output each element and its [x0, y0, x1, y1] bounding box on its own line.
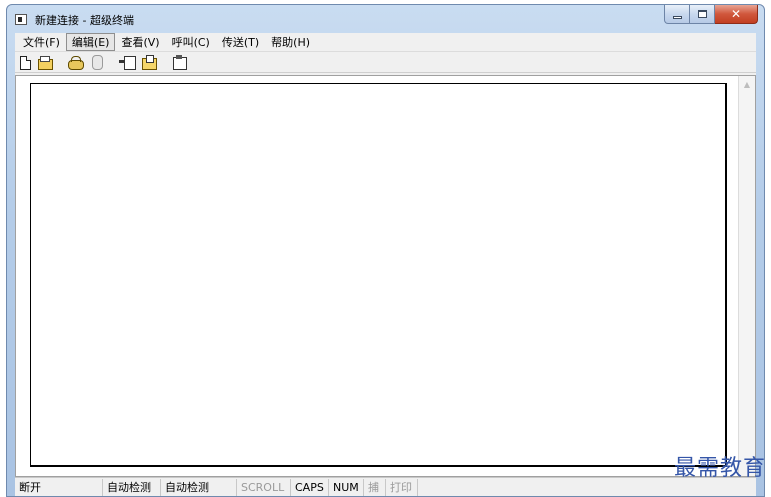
terminal-area[interactable]: ▲ [15, 75, 756, 477]
menu-view[interactable]: 查看(V) [115, 33, 165, 51]
properties-icon[interactable] [171, 54, 187, 70]
new-document-icon[interactable] [20, 55, 31, 70]
send-file-icon[interactable] [119, 54, 136, 70]
caption-buttons: ✕ [664, 5, 758, 25]
status-detect-1: 自动检测 [103, 478, 161, 496]
status-scroll: SCROLL [237, 478, 291, 496]
menu-file[interactable]: 文件(F) [17, 33, 66, 51]
close-button[interactable]: ✕ [715, 5, 758, 24]
close-icon: ✕ [730, 7, 742, 21]
menu-bar: 文件(F) 编辑(E) 查看(V) 呼叫(C) 传送(T) 帮助(H) [15, 33, 756, 52]
status-detect-2: 自动检测 [161, 478, 237, 496]
status-print: 打印 [386, 478, 418, 496]
title-bar[interactable]: 新建连接 - 超级终端 ✕ [7, 5, 764, 33]
menu-transfer[interactable]: 传送(T) [216, 33, 265, 51]
terminal-screen[interactable] [30, 83, 727, 467]
status-caps: CAPS [291, 478, 329, 496]
menu-help[interactable]: 帮助(H) [265, 33, 316, 51]
minimize-button[interactable] [664, 5, 690, 24]
terminal-app-icon[interactable] [15, 14, 27, 25]
status-num: NUM [329, 478, 364, 496]
minimize-icon [672, 15, 682, 19]
status-bar: 断开 自动检测 自动检测 SCROLL CAPS NUM 捕 打印 [15, 477, 756, 496]
menu-edit[interactable]: 编辑(E) [65, 33, 116, 51]
status-connection: 断开 [15, 478, 103, 496]
watermark: 最需教育 [673, 456, 766, 481]
window-title: 新建连接 - 超级终端 [35, 14, 134, 27]
status-capture: 捕 [364, 478, 386, 496]
hang-up-icon[interactable] [89, 54, 105, 70]
open-folder-icon[interactable] [37, 54, 53, 70]
menu-call[interactable]: 呼叫(C) [166, 33, 216, 51]
scroll-up-icon[interactable]: ▲ [739, 76, 755, 92]
maximize-button[interactable] [690, 5, 715, 24]
receive-file-icon[interactable] [141, 54, 157, 70]
call-phone-icon[interactable] [67, 54, 84, 70]
client-area: 文件(F) 编辑(E) 查看(V) 呼叫(C) 传送(T) 帮助(H) ▲ 断开… [15, 33, 756, 496]
maximize-icon [697, 10, 707, 18]
vertical-scrollbar[interactable]: ▲ [738, 76, 755, 476]
toolbar [15, 52, 756, 73]
hyperterminal-window: 新建连接 - 超级终端 ✕ 文件(F) 编辑(E) 查看(V) 呼叫(C) 传送… [6, 4, 765, 497]
